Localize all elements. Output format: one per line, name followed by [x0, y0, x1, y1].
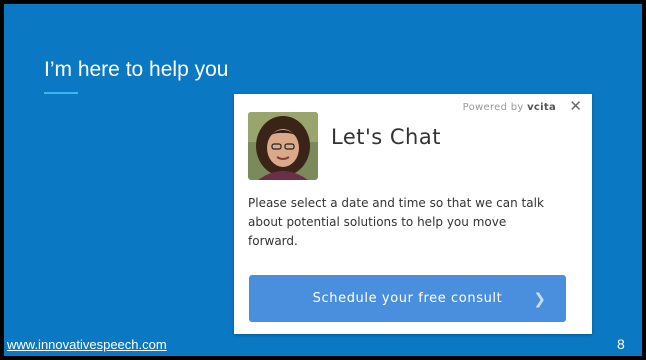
schedule-consult-button[interactable]: Schedule your free consult ❯ — [249, 275, 566, 322]
powered-by-prefix: Powered by — [462, 102, 524, 113]
powered-by-brand: vcita — [527, 102, 556, 113]
avatar — [248, 112, 318, 180]
schedule-consult-label: Schedule your free consult — [312, 291, 503, 306]
profile-photo-icon — [248, 112, 318, 180]
website-link[interactable]: www.innovativespeech.com — [7, 337, 167, 352]
close-icon[interactable]: ✕ — [569, 97, 582, 115]
chat-description: Please select a date and time so that we… — [248, 196, 544, 248]
chat-heading: Let's Chat — [331, 125, 441, 149]
slide: I’m here to help you Powered by vcita ✕ … — [4, 4, 642, 356]
chevron-right-icon: ❯ — [533, 290, 546, 308]
title-accent-line — [44, 92, 78, 94]
slide-title: I’m here to help you — [44, 58, 229, 81]
chat-widget: Powered by vcita ✕ Let's Chat Please sel… — [234, 94, 592, 334]
powered-by-label: Powered by vcita — [463, 102, 556, 113]
slide-page-number: 8 — [617, 336, 625, 352]
